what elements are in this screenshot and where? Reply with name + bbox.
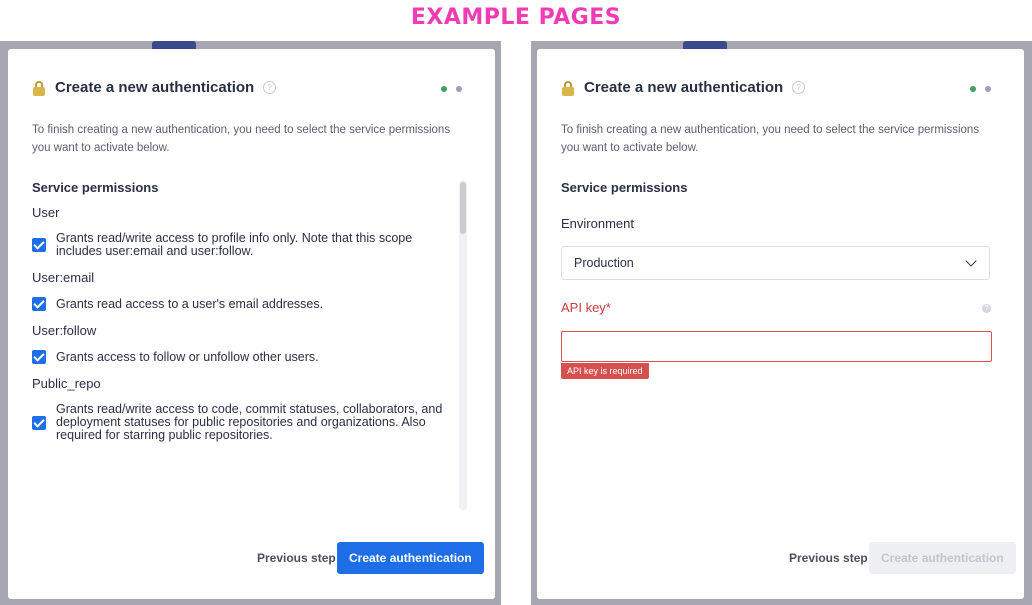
dialog-intro: To finish creating a new authentication,… [561,124,980,154]
background-tab [683,41,727,49]
scrollbar-thumb[interactable] [460,182,466,234]
help-icon[interactable]: ? [792,81,806,94]
create-authentication-button[interactable]: Create authentication [337,542,484,574]
step-indicator [441,86,462,92]
permission-checkbox[interactable] [32,415,46,430]
permission-name: Public_repo [32,376,101,391]
permission-checkbox[interactable] [32,297,46,311]
step-dot-inactive [456,86,462,92]
permissions-scrollbar[interactable] [459,180,467,510]
dialog-title: Create a new authentication [584,79,784,96]
permission-row[interactable]: Grants read/write access to profile info… [32,232,452,258]
permission-description: Grants read/write access to code, commit… [56,402,443,442]
step-dot-inactive [985,86,991,92]
step-dot-active [970,86,976,92]
api-key-label: API key* [561,300,611,315]
permission-group: User Grants read/write access to profile… [32,205,452,258]
permissions-list: User Grants read/write access to profile… [32,205,452,509]
step-indicator [970,86,991,92]
dialog-intro: To finish creating a new authentication,… [32,124,451,154]
help-icon[interactable]: ? [982,304,991,313]
dialog-header: Create a new authentication ? [32,79,277,96]
api-key-error: API key is required [561,363,649,379]
previous-step-button[interactable]: Previous step [257,551,336,565]
permission-group: User:email Grants read access to a user'… [32,270,452,311]
example-frame-right: Create a new authentication ? To finish … [531,41,1032,605]
environment-label: Environment [561,216,634,231]
environment-select[interactable]: Production [561,246,990,280]
permission-checkbox[interactable] [32,238,46,252]
auth-dialog-api-key: Create a new authentication ? To finish … [537,49,1024,599]
permission-group: User:follow Grants access to follow or u… [32,323,452,364]
environment-selected-value: Production [574,256,634,270]
permission-name: User:follow [32,323,97,338]
page-banner: EXAMPLE PAGES [410,5,622,30]
permission-group: Public_repo Grants read/write access to … [32,376,452,442]
permission-name: User:email [32,270,95,285]
section-title: Service permissions [32,180,159,195]
permission-description: Grants read/write access to profile info… [56,231,413,258]
dialog-header: Create a new authentication ? [561,79,806,96]
lock-icon [561,80,575,96]
permission-row[interactable]: Grants access to follow or unfollow othe… [32,350,452,364]
permission-checkbox[interactable] [32,350,46,364]
auth-dialog-permissions: Create a new authentication ? To finish … [8,49,495,599]
lock-icon [32,80,46,96]
create-authentication-button-disabled: Create authentication [869,542,1016,574]
permission-description: Grants access to follow or unfollow othe… [56,349,319,364]
permission-row[interactable]: Grants read/write access to code, commit… [32,403,452,442]
help-icon[interactable]: ? [263,81,277,94]
section-title: Service permissions [561,180,688,195]
example-frame-left: Create a new authentication ? To finish … [0,41,501,605]
chevron-down-icon [965,255,977,267]
previous-step-button[interactable]: Previous step [789,551,868,565]
permission-description: Grants read access to a user's email add… [56,296,324,311]
permission-row[interactable]: Grants read access to a user's email add… [32,297,452,311]
background-tab [152,41,196,49]
permission-name: User [32,205,60,220]
dialog-title: Create a new authentication [55,79,255,96]
step-dot-active [441,86,447,92]
api-key-input[interactable] [561,331,992,362]
